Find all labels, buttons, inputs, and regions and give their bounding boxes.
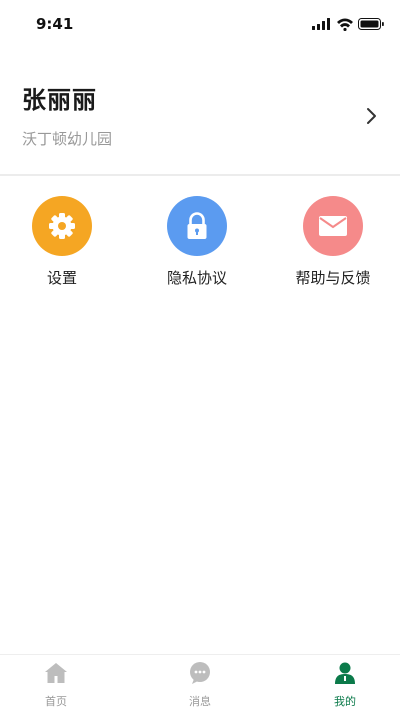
menu-item-privacy[interactable]: 隐私协议 [137,196,257,288]
menu-label-help-feedback: 帮助与反馈 [295,269,371,287]
status-icons [312,16,384,32]
wifi-icon [337,18,353,32]
tab-label-home: 首页 [45,695,67,708]
profile-card[interactable]: 张丽丽 沃丁顿幼儿园 [0,48,400,174]
cellular-signal-icon [312,18,330,30]
chevron-right-icon[interactable] [364,104,380,128]
privacy-circle [167,196,227,256]
menu-item-settings[interactable]: 设置 [2,196,122,288]
divider [0,174,400,176]
profile-name: 张丽丽 [22,86,97,114]
battery-icon [358,18,384,30]
settings-circle [32,196,92,256]
menu-label-privacy: 隐私协议 [166,269,227,287]
menu-label-settings: 设置 [46,269,77,287]
menu-item-help-feedback[interactable]: 帮助与反馈 [273,196,393,288]
help-circle [303,196,363,256]
menu-grid: 设置 隐私协议 帮助与反馈 [0,196,400,296]
tab-label-messages: 消息 [189,695,211,708]
lock-icon [187,212,207,239]
bottom-tab-bar: 首页 消息 我的 [0,654,400,711]
message-icon [190,662,210,684]
tab-label-mine: 我的 [334,695,356,708]
tab-home[interactable]: 首页 [16,661,96,709]
home-icon [45,663,67,683]
gear-icon [49,213,75,239]
tab-messages[interactable]: 消息 [160,661,240,709]
mail-icon [319,216,347,236]
status-bar: 9:41 [0,0,400,48]
status-time: 9:41 [36,15,74,33]
tab-mine[interactable]: 我的 [305,661,385,709]
profile-school: 沃丁顿幼儿园 [22,130,113,148]
person-icon [335,662,355,684]
